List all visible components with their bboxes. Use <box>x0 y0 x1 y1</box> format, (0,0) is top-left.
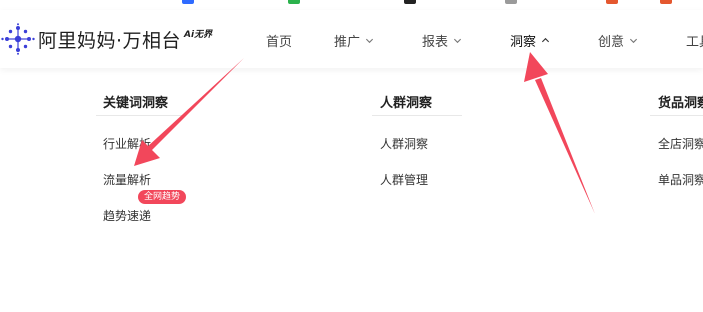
nav-item-insights[interactable]: 洞察 <box>510 30 550 50</box>
nav-item-creative[interactable]: 创意 <box>598 30 638 50</box>
nav-item-reports[interactable]: 报表 <box>422 30 462 50</box>
annotation-arrow-to-insights-nav <box>524 52 595 214</box>
brand-logo-icon <box>1 23 35 55</box>
nav-item-label: 报表 <box>422 34 449 50</box>
toolbar-icon[interactable] <box>606 0 618 4</box>
menu-link-trend-express[interactable]: 趋势速递 <box>103 207 151 224</box>
brand-logo[interactable]: 阿里妈妈·万相台 Ai无界 <box>0 23 212 55</box>
nav-item-label: 洞察 <box>510 34 537 50</box>
menu-link-item-insights[interactable]: 单品洞察 <box>658 171 703 188</box>
chevron-down-icon <box>629 38 638 43</box>
toolbar-icon[interactable] <box>404 0 416 4</box>
menu-link-industry-analysis[interactable]: 行业解析 <box>103 135 151 152</box>
toolbar-icon[interactable] <box>182 0 194 4</box>
hot-trend-badge: 全网趋势 <box>138 190 187 204</box>
page: 阿里妈妈·万相台 Ai无界 首页 推广 报表 洞察 创意 工具 关键词洞察 行业… <box>0 0 703 312</box>
toolbar-icon[interactable] <box>505 0 517 4</box>
nav-item-label: 推广 <box>334 34 361 50</box>
column-title-audience-insights: 人群洞察 <box>380 96 433 111</box>
column-title-keyword-insights: 关键词洞察 <box>103 96 169 111</box>
chevron-down-icon <box>453 38 462 43</box>
menu-link-audience-management[interactable]: 人群管理 <box>380 171 428 188</box>
chevron-down-icon <box>365 38 374 43</box>
menu-link-store-insights[interactable]: 全店洞察 <box>658 135 703 152</box>
top-navigation-bar: 阿里妈妈·万相台 Ai无界 首页 推广 报表 洞察 创意 工具 <box>0 10 703 68</box>
nav-item-tools[interactable]: 工具 <box>686 30 703 50</box>
chevron-up-icon <box>541 37 550 42</box>
nav-item-label: 工具 <box>686 34 703 50</box>
toolbar-icon[interactable] <box>660 0 672 4</box>
menu-link-traffic-analysis[interactable]: 流量解析 <box>103 171 151 188</box>
top-toolbar-strip <box>0 0 703 10</box>
brand-name: 阿里妈妈·万相台 <box>38 29 182 52</box>
nav-item-home[interactable]: 首页 <box>266 30 292 50</box>
nav-item-label: 首页 <box>266 34 293 50</box>
column-divider <box>372 115 462 116</box>
column-title-product-insights: 货品洞察 <box>658 96 703 111</box>
column-divider <box>650 115 703 116</box>
menu-link-audience-insights[interactable]: 人群洞察 <box>380 135 428 152</box>
nav-item-label: 创意 <box>598 34 625 50</box>
nav-item-promotion[interactable]: 推广 <box>334 30 374 50</box>
column-divider <box>96 115 186 116</box>
brand-badge: Ai无界 <box>184 29 213 40</box>
toolbar-icon[interactable] <box>288 0 300 4</box>
